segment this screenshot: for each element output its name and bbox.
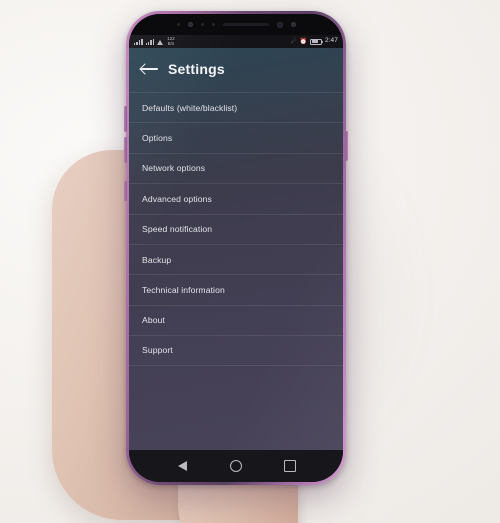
phone-screen-area: 122 B/s ☄ ⏰ 2:47 Settings Defaults (whit… <box>129 14 343 482</box>
list-item-label: Advanced options <box>142 193 212 204</box>
front-camera-icon <box>276 21 283 28</box>
recents-square-icon <box>284 460 296 472</box>
home-nav-button[interactable] <box>223 453 249 479</box>
volume-down-button[interactable] <box>124 137 127 163</box>
network-speed-indicator: 122 B/s <box>167 36 175 46</box>
list-item-speed-notification[interactable]: Speed notification <box>129 213 343 244</box>
signal-bars-icon <box>134 38 143 45</box>
back-triangle-icon <box>177 461 187 471</box>
bixby-button[interactable] <box>124 181 127 201</box>
list-item-label: Speed notification <box>142 224 213 235</box>
light-sensor-icon <box>200 23 204 26</box>
status-bar: 122 B/s ☄ ⏰ 2:47 <box>129 35 343 48</box>
home-circle-icon <box>230 460 242 472</box>
settings-list: Defaults (white/blacklist) Options Netwo… <box>129 92 343 366</box>
app-bar: Settings <box>129 48 343 90</box>
recents-nav-button[interactable] <box>277 453 303 479</box>
list-item-options[interactable]: Options <box>129 122 343 152</box>
phone-device: 122 B/s ☄ ⏰ 2:47 Settings Defaults (whit… <box>124 11 348 485</box>
android-navigation-bar <box>129 450 343 482</box>
list-item-defaults-whitelist-blacklist[interactable]: Defaults (white/blacklist) <box>129 92 343 122</box>
list-item-network-options[interactable]: Network options <box>129 152 343 183</box>
earpiece-speaker-icon <box>222 23 269 26</box>
list-item-label: Technical information <box>142 285 225 296</box>
list-item-backup[interactable]: Backup <box>129 243 343 274</box>
battery-icon <box>309 38 323 45</box>
back-nav-button[interactable] <box>169 453 195 479</box>
list-item-label: Options <box>142 133 173 144</box>
list-item-label: Defaults (white/blacklist) <box>142 102 238 113</box>
list-item-about[interactable]: About <box>129 304 343 335</box>
list-item-support[interactable]: Support <box>129 335 343 366</box>
led-indicator-icon <box>211 23 215 26</box>
screenshot-scene: 122 B/s ☄ ⏰ 2:47 Settings Defaults (whit… <box>0 0 500 523</box>
wifi-icon <box>157 39 164 45</box>
list-item-technical-information[interactable]: Technical information <box>129 274 343 304</box>
status-bar-right: ☄ ⏰ 2:47 <box>291 38 338 45</box>
status-bar-left: 122 B/s <box>134 36 291 46</box>
signal-bars-secondary-icon <box>145 38 155 45</box>
alarm-icon: ⏰ <box>299 38 307 45</box>
proximity-sensor-icon <box>176 23 180 26</box>
back-arrow-icon[interactable] <box>141 62 158 76</box>
volume-up-button[interactable] <box>124 106 127 132</box>
top-bezel <box>129 14 343 35</box>
list-item-label: Support <box>142 345 173 356</box>
screen: 122 B/s ☄ ⏰ 2:47 Settings Defaults (whit… <box>129 35 343 450</box>
secondary-sensor-icon <box>290 22 296 27</box>
status-bar-clock: 2:47 <box>324 37 338 45</box>
mute-icon: ☄ <box>291 38 297 45</box>
power-button[interactable] <box>345 131 348 161</box>
list-item-label: Network options <box>142 163 206 174</box>
page-title: Settings <box>168 61 225 77</box>
iris-scanner-icon <box>187 22 193 27</box>
list-item-advanced-options[interactable]: Advanced options <box>129 183 343 213</box>
list-item-label: Backup <box>142 254 172 265</box>
list-item-label: About <box>142 315 165 326</box>
network-speed-unit: B/s <box>167 40 175 46</box>
